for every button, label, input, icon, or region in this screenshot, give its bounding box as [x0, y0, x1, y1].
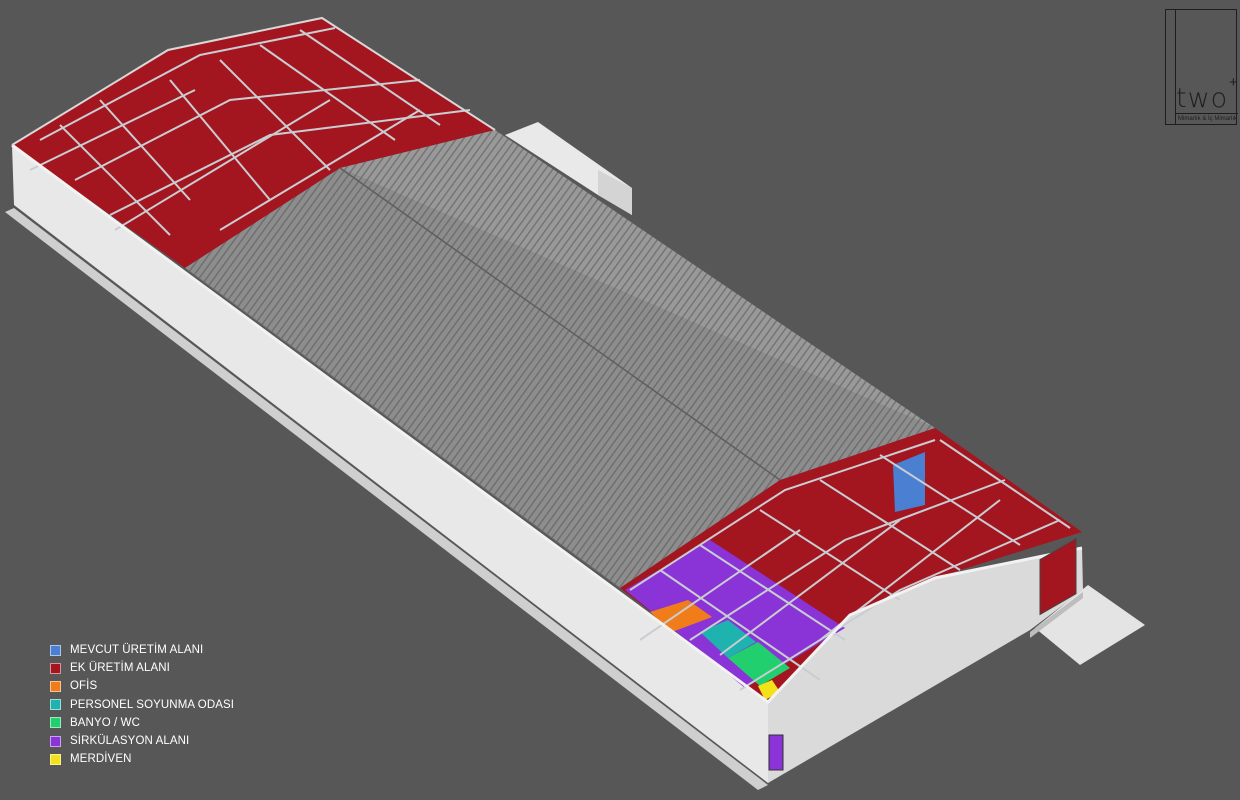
- legend-swatch: [50, 717, 61, 729]
- legend-label: EK ÜRETİM ALANI: [70, 662, 170, 675]
- legend-item: PERSONEL SOYUNMA ODASI: [50, 696, 234, 714]
- legend-swatch: [50, 662, 61, 674]
- logo-plus-mark: +: [1229, 74, 1238, 91]
- legend: MEVCUT ÜRETİM ALANI EK ÜRETİM ALANI OFİS…: [50, 641, 234, 768]
- legend-label: MEVCUT ÜRETİM ALANI: [70, 644, 204, 657]
- legend-label: MERDİVEN: [70, 753, 132, 766]
- legend-swatch: [50, 753, 61, 765]
- legend-swatch: [50, 644, 61, 656]
- legend-item: EK ÜRETİM ALANI: [50, 659, 234, 677]
- brand-logo: two + Mimarlık & İç Mimarlık: [1165, 9, 1238, 125]
- legend-swatch: [50, 699, 61, 711]
- logo-subtitle: Mimarlık & İç Mimarlık: [1178, 116, 1237, 122]
- legend-item: BANYO / WC: [50, 714, 234, 732]
- logo-wordmark: two: [1176, 83, 1229, 114]
- legend-swatch: [50, 735, 61, 747]
- legend-item: OFİS: [50, 677, 234, 695]
- legend-label: PERSONEL SOYUNMA ODASI: [70, 698, 235, 711]
- side-door: [768, 734, 784, 771]
- legend-item: MERDİVEN: [50, 750, 234, 768]
- legend-swatch: [50, 680, 61, 692]
- legend-label: SİRKÜLASYON ALANI: [70, 735, 190, 748]
- legend-item: SİRKÜLASYON ALANI: [50, 732, 234, 750]
- legend-label: BANYO / WC: [70, 716, 141, 729]
- legend-label: OFİS: [70, 680, 98, 693]
- legend-item: MEVCUT ÜRETİM ALANI: [50, 641, 234, 659]
- logo-underline: [1176, 113, 1238, 114]
